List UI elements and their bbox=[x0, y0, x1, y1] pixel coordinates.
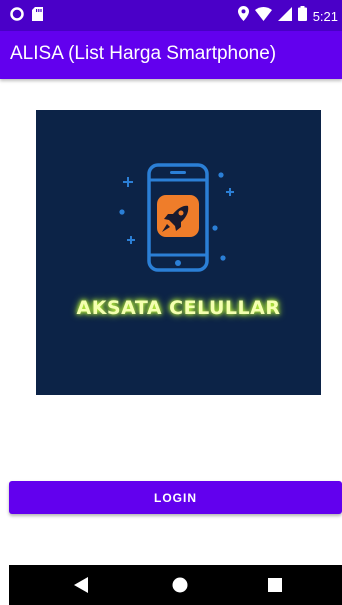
recents-icon bbox=[268, 578, 282, 592]
wifi-icon bbox=[254, 6, 272, 26]
app-title: ALISA (List Harga Smartphone) bbox=[10, 43, 277, 64]
status-system: 5:21 bbox=[237, 6, 338, 26]
login-button[interactable]: LOGIN bbox=[9, 481, 342, 514]
status-notifications bbox=[10, 7, 43, 26]
app-screen: 5:21 ALISA (List Harga Smartphone) AKSAT… bbox=[0, 0, 342, 605]
sd-card-icon bbox=[32, 7, 43, 26]
navigation-bar bbox=[9, 565, 342, 605]
logo-image: AKSATA CELULLAR bbox=[36, 110, 321, 395]
signal-icon bbox=[277, 6, 292, 26]
recents-button[interactable] bbox=[245, 565, 305, 605]
home-button[interactable] bbox=[150, 565, 210, 605]
home-icon bbox=[172, 577, 188, 593]
back-icon bbox=[74, 577, 88, 593]
logo-graphic bbox=[119, 163, 234, 272]
circle-notification-icon bbox=[10, 7, 24, 26]
location-icon bbox=[237, 6, 249, 26]
back-button[interactable] bbox=[51, 565, 111, 605]
battery-icon bbox=[297, 6, 307, 26]
status-time: 5:21 bbox=[312, 8, 338, 24]
logo-text: AKSATA CELULLAR bbox=[76, 297, 281, 319]
rocket-icon bbox=[157, 195, 199, 237]
app-bar: ALISA (List Harga Smartphone) bbox=[0, 31, 342, 79]
status-bar: 5:21 bbox=[0, 0, 342, 31]
